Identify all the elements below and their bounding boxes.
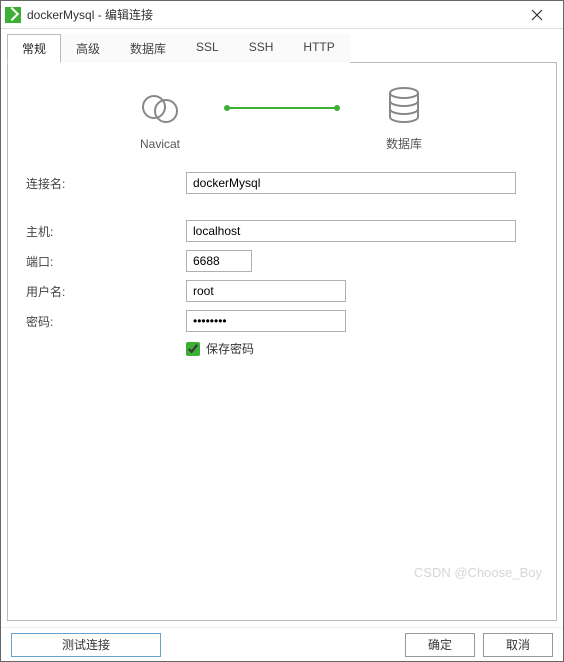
database-icon <box>384 85 424 129</box>
user-label: 用户名: <box>26 283 186 300</box>
navicat-icon <box>138 87 182 131</box>
port-input[interactable] <box>186 250 252 272</box>
password-label: 密码: <box>26 313 186 330</box>
content-panel: Navicat 数据库 连接名: 主机: <box>7 63 557 621</box>
ok-button[interactable]: 确定 <box>405 633 475 657</box>
close-icon <box>531 9 543 21</box>
footer: 测试连接 确定 取消 <box>1 627 563 661</box>
connection-name-input[interactable] <box>186 172 516 194</box>
window-title: dockerMysql - 编辑连接 <box>27 6 153 23</box>
titlebar: dockerMysql - 编辑连接 <box>1 1 563 29</box>
user-input[interactable] <box>186 280 346 302</box>
dialog-window: dockerMysql - 编辑连接 常规 高级 数据库 SSL SSH HTT… <box>0 0 564 662</box>
tab-general[interactable]: 常规 <box>7 34 61 63</box>
tabs: 常规 高级 数据库 SSL SSH HTTP <box>1 29 563 62</box>
close-button[interactable] <box>517 2 557 28</box>
tab-database[interactable]: 数据库 <box>115 34 181 63</box>
connection-diagram: Navicat 数据库 <box>26 85 538 152</box>
app-icon <box>5 7 21 23</box>
host-label: 主机: <box>26 223 186 240</box>
connector-line <box>227 107 337 109</box>
tab-advanced[interactable]: 高级 <box>61 34 115 63</box>
save-password-checkbox[interactable] <box>186 342 200 356</box>
connection-name-label: 连接名: <box>26 175 186 192</box>
form: 连接名: 主机: 端口: 用户名: 密码: 保存密码 <box>26 172 538 357</box>
save-password-label: 保存密码 <box>206 340 254 357</box>
host-input[interactable] <box>186 220 516 242</box>
watermark: CSDN @Choose_Boy <box>414 565 542 580</box>
port-label: 端口: <box>26 253 186 270</box>
tab-http[interactable]: HTTP <box>288 34 349 63</box>
test-connection-button[interactable]: 测试连接 <box>11 633 161 657</box>
diagram-right-label: 数据库 <box>386 135 422 152</box>
tab-ssl[interactable]: SSL <box>181 34 234 63</box>
tab-ssh[interactable]: SSH <box>234 34 289 63</box>
password-input[interactable] <box>186 310 346 332</box>
cancel-button[interactable]: 取消 <box>483 633 553 657</box>
diagram-left-label: Navicat <box>140 137 180 151</box>
